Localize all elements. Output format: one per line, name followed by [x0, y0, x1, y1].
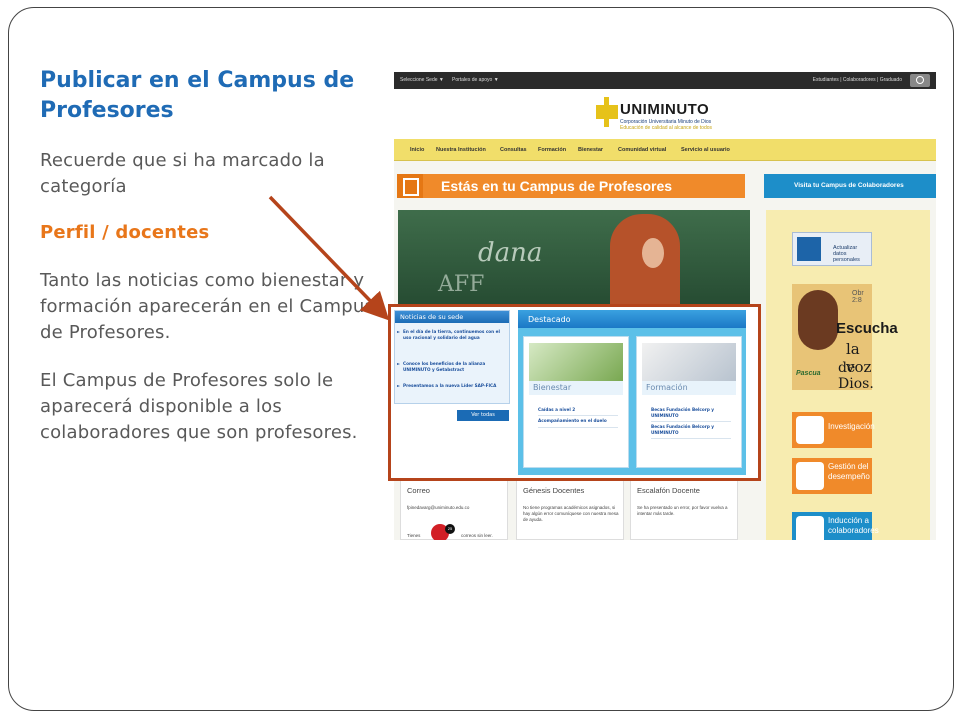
formacion-link[interactable]: Becas Fundación Belcorp y UNIMINUTO [651, 424, 731, 435]
news-item[interactable]: Presentamos a la nueva Líder SAP-FICA [397, 383, 507, 389]
campus-banner-text: Estás en tu Campus de Profesores [441, 178, 673, 194]
audience-links[interactable]: Estudiantes | Colaboradores | Graduado [813, 77, 902, 83]
logo-band: UNIMINUTO Corporación Universitaria Minu… [394, 89, 936, 139]
visit-colaboradores-link[interactable]: Visita tu Campus de Colaboradores [764, 174, 936, 198]
correo-email: fpinedavarg@uniminuto.edu.co [407, 505, 470, 510]
mail-count: 25 [445, 524, 455, 534]
investigacion-label: Investigación [828, 422, 875, 431]
gestion-button[interactable]: Gestión del desempeño [792, 458, 872, 494]
portal-topbar: Seleccione Sede ▼ Portales de apoyo ▼ Es… [394, 72, 936, 89]
escalafon-text: Se ha presentado un error, por favor vue… [637, 505, 728, 516]
thumbs-up-image [529, 343, 623, 381]
noticias-panel: Noticias de su sede En el día de la tier… [394, 310, 510, 404]
escucha-verse: Obr 2:8 [852, 290, 864, 304]
divider [538, 415, 618, 416]
menu-item-institucion[interactable]: Nuestra Institución [436, 147, 486, 153]
divider [538, 427, 618, 428]
news-item[interactable]: En el día de la tierra, continuemos con … [397, 329, 507, 340]
divider [651, 421, 731, 422]
bienestar-card[interactable]: Bienestar Caídas a nivel 2 Acompañamient… [523, 336, 629, 468]
highlight-box: Noticias de su sede En el día de la tier… [388, 304, 761, 481]
noticias-header: Noticias de su sede [395, 311, 509, 323]
induccion-button[interactable]: Inducción a colaboradores [792, 512, 879, 540]
slide-title: Publicar en el Campus de Profesores [40, 68, 355, 123]
main-menu: Inicio Nuestra Institución Consultas For… [394, 139, 936, 161]
genesis-widget: Génesis Docentes No tiene programas acad… [516, 480, 624, 540]
portals-dropdown[interactable]: Portales de apoyo ▼ [452, 77, 499, 83]
right-sidebar: Actualizar datos personales Obr 2:8 Escu… [766, 210, 930, 540]
menu-item-comunidad[interactable]: Comunidad virtual [618, 147, 666, 153]
menu-item-servicio[interactable]: Servicio al usuario [681, 147, 730, 153]
destacado-panel: Destacado Bienestar Caídas a nivel 2 Aco… [518, 310, 746, 475]
news-paragraph: Tanto las noticias como bienestar y form… [40, 270, 375, 343]
menu-item-consultas[interactable]: Consultas [500, 147, 527, 153]
user-icon [797, 237, 821, 261]
pascua-brand: Pascua [796, 370, 821, 377]
update-data-button[interactable]: Actualizar datos personales [792, 232, 872, 266]
correo-tienes: Tienes [407, 533, 421, 538]
writing-image [642, 343, 736, 381]
intro-paragraph: Recuerde que si ha marcado la categoría [40, 150, 325, 197]
induction-icon [796, 516, 824, 540]
menu-item-bienestar[interactable]: Bienestar [578, 147, 603, 153]
teacher-face [642, 238, 664, 268]
update-data-label: Actualizar datos personales [833, 245, 860, 263]
formacion-title: Formación [642, 381, 736, 395]
genesis-text: No tiene programas académicos asignados,… [523, 505, 619, 522]
ver-todas-button[interactable]: Ver todas [457, 410, 509, 421]
gestion-label: Gestión del desempeño [828, 462, 870, 481]
investigacion-button[interactable]: Investigación [792, 412, 875, 448]
teacher-icon [397, 174, 423, 198]
category-label: Perfil / docentes [40, 222, 210, 243]
escucha-banner[interactable]: Obr 2:8 Escucha la voz de Dios. Pascua [792, 284, 898, 392]
magnifier-icon [796, 416, 824, 444]
bottom-widgets: Correo fpinedavarg@uniminuto.edu.co Tien… [398, 480, 760, 540]
formacion-card[interactable]: Formación Becas Fundación Belcorp y UNIM… [636, 336, 742, 468]
logo-tagline: Educación de calidad al alcance de todos [620, 125, 713, 131]
bienestar-link[interactable]: Acompañamiento en el duelo [538, 418, 607, 424]
search-icon[interactable] [910, 74, 930, 87]
menu-item-formacion[interactable]: Formación [538, 147, 566, 153]
logo-name: UNIMINUTO [620, 101, 710, 118]
divider [651, 438, 731, 439]
portrait-image [798, 290, 838, 350]
formacion-link[interactable]: Becas Fundación Belcorp y UNIMINUTO [651, 407, 731, 418]
select-site-dropdown[interactable]: Seleccione Sede ▼ [400, 77, 444, 83]
bienestar-link[interactable]: Caídas a nivel 2 [538, 407, 575, 413]
campus-banner: Estás en tu Campus de Profesores [397, 174, 745, 198]
escalafon-widget: Escalafón Docente Se ha presentado un er… [630, 480, 738, 540]
induccion-label: Inducción a colaboradores [828, 516, 879, 535]
genesis-title: Génesis Docentes [523, 486, 585, 495]
chalk-text-2: AFF [438, 272, 485, 297]
escalafon-title: Escalafón Docente [637, 486, 700, 495]
destacado-header: Destacado [518, 310, 746, 328]
escucha-line3: de Dios. [838, 360, 874, 392]
chalk-text: dana [478, 238, 543, 268]
target-icon [796, 462, 824, 490]
slide-text-column: Publicar en el Campus de Profesores Recu… [40, 66, 380, 446]
availability-paragraph: El Campus de Profesores solo le aparecer… [40, 370, 358, 443]
escucha-line1: Escucha [836, 320, 898, 337]
correo-widget: Correo fpinedavarg@uniminuto.edu.co Tien… [400, 480, 508, 540]
bienestar-title: Bienestar [529, 381, 623, 395]
correo-unread: correos sin leer. [461, 533, 493, 538]
hero-image: dana AFF Foto de: Flickr / Stimmungen [398, 210, 750, 310]
visit-colaboradores-label: Visita tu Campus de Colaboradores [794, 182, 904, 189]
menu-item-inicio[interactable]: Inicio [410, 147, 424, 153]
correo-title: Correo [407, 486, 430, 495]
news-item[interactable]: Conoce los beneficios de la alianza UNIM… [397, 361, 507, 372]
uniminuto-logo-icon [596, 97, 618, 127]
